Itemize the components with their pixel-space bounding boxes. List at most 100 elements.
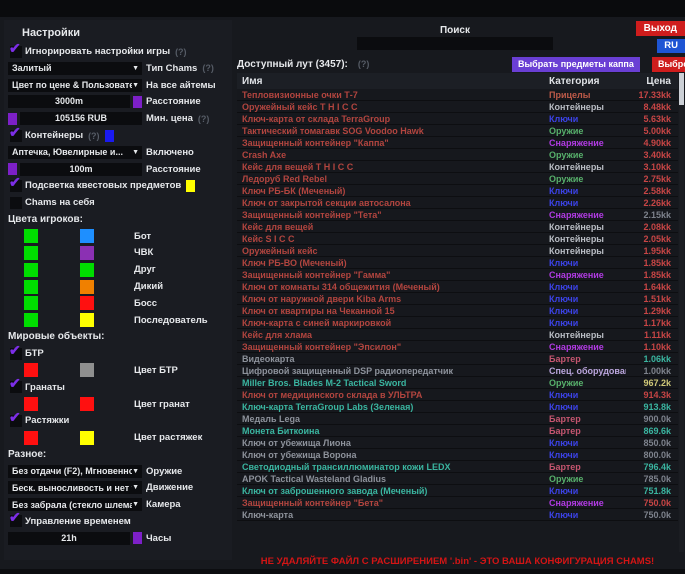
loot-row[interactable]: ВидеокартаБартер1.06kk <box>237 353 678 365</box>
loot-row[interactable]: Монета БиткоинаБартер869.6k <box>237 425 678 437</box>
scrollbar[interactable] <box>679 73 684 552</box>
color-swatch[interactable] <box>80 296 94 310</box>
color-swatch[interactable] <box>24 296 38 310</box>
loot-row[interactable]: Ключ РБ-ВО (Меченый)Ключи1.85kk <box>237 257 678 269</box>
color-swatch[interactable] <box>24 431 38 445</box>
language-button[interactable]: RU <box>657 39 685 53</box>
color-swatch[interactable] <box>186 180 195 192</box>
loot-row[interactable]: Ключ от закрытой секции автосалонаКлючи2… <box>237 197 678 209</box>
loot-row[interactable]: Кейс S I C CКонтейнеры2.05kk <box>237 233 678 245</box>
color-swatch[interactable] <box>24 313 38 327</box>
color-swatch[interactable] <box>80 263 94 277</box>
discard-all-button[interactable]: Выбросить все <box>652 57 685 72</box>
loot-row[interactable]: Защищенный контейнер "Каппа"Снаряжение4.… <box>237 137 678 149</box>
item-name: Тепловизионные очки Т-7 <box>237 90 537 100</box>
color-swatch[interactable] <box>24 363 38 377</box>
checkbox[interactable]: ✔ <box>10 130 22 142</box>
loot-row[interactable]: Ключ от убежища ЛионаКлючи850.0k <box>237 437 678 449</box>
loot-row[interactable]: Кейс для вещей T H I C CКонтейнеры3.10kk <box>237 161 678 173</box>
loot-row[interactable]: Цифровой защищенный DSP радиопередатчикС… <box>237 365 678 377</box>
loot-row[interactable]: Кейс для хламаКонтейнеры1.11kk <box>237 329 678 341</box>
select-kappa-items-button[interactable]: Выбрать предметы каппа <box>512 57 640 72</box>
color-swatch[interactable] <box>80 246 94 260</box>
loot-row[interactable]: APOK Tactical Wasteland GladiusОружие785… <box>237 473 678 485</box>
loot-row[interactable]: Ключ-карта TerraGroup Labs (Зеленая)Ключ… <box>237 401 678 413</box>
loot-row[interactable]: Ключ-картаКлючи750.0k <box>237 509 678 521</box>
setting-label: Часы <box>146 533 171 544</box>
column-header-price[interactable]: Цена <box>626 76 678 87</box>
loot-row[interactable]: Ключ от медицинского склада в УЛЬТРАКлюч… <box>237 389 678 401</box>
loot-row[interactable]: Защищенный контейнер "Эпсилон"Снаряжение… <box>237 341 678 353</box>
dropdown-select[interactable]: Залитый▼ <box>8 62 142 75</box>
color-swatch[interactable] <box>24 229 38 243</box>
chevron-down-icon: ▼ <box>132 65 142 72</box>
loot-row[interactable]: Ключ от заброшенного завода (Меченый)Клю… <box>237 485 678 497</box>
dropdown-select[interactable]: Без забрала (стекло шлема)▼ <box>8 498 142 511</box>
loot-row[interactable]: Ледоруб Red RebelОружие2.75kk <box>237 173 678 185</box>
checkbox[interactable]: ✔ <box>10 515 22 527</box>
loot-row[interactable]: Miller Bros. Blades M-2 Tactical SwordОр… <box>237 377 678 389</box>
loot-row[interactable]: Медаль LegaБартер900.0k <box>237 413 678 425</box>
dropdown-select[interactable]: Цвет по цене & Пользователь▼ <box>8 79 142 92</box>
exit-button[interactable]: Выход <box>636 21 685 36</box>
color-swatch[interactable] <box>24 397 38 411</box>
color-swatch[interactable] <box>8 113 17 125</box>
text-input[interactable]: 105156 RUB <box>20 112 142 125</box>
color-swatch[interactable] <box>24 246 38 260</box>
loot-row[interactable]: Защищенный контейнер "Тета"Снаряжение2.1… <box>237 209 678 221</box>
color-swatch[interactable] <box>24 263 38 277</box>
loot-row[interactable]: Кейс для вещейКонтейнеры2.08kk <box>237 221 678 233</box>
color-swatch[interactable] <box>80 280 94 294</box>
setting-row: Последователь <box>8 314 232 327</box>
checkbox[interactable]: ✔ <box>10 381 22 393</box>
column-header-name[interactable]: Имя <box>237 76 537 87</box>
item-category: Снаряжение <box>537 210 626 220</box>
color-swatch[interactable] <box>80 397 94 411</box>
loot-row[interactable]: Оружейный кейсКонтейнеры1.95kk <box>237 245 678 257</box>
chevron-down-icon: ▼ <box>132 484 142 491</box>
search-input[interactable] <box>357 37 553 50</box>
checkbox[interactable]: ✔ <box>10 180 22 192</box>
loot-row[interactable]: Тепловизионные очки Т-7Прицелы17.33kk <box>237 89 678 101</box>
color-swatch[interactable] <box>133 532 142 544</box>
dropdown-select[interactable]: Без отдачи (F2), Мгновенное п▼ <box>8 465 142 478</box>
text-input[interactable]: 100m <box>20 163 142 176</box>
loot-row[interactable]: Ключ от квартиры на Чеканной 15Ключи1.29… <box>237 305 678 317</box>
color-swatch[interactable] <box>80 313 94 327</box>
item-name: Ключ от наружной двери Kiba Arms <box>237 294 537 304</box>
loot-row[interactable]: Ключ от наружной двери Kiba ArmsКлючи1.5… <box>237 293 678 305</box>
checkbox[interactable]: ✔ <box>10 348 22 360</box>
text-input[interactable]: 21h <box>8 532 130 545</box>
dropdown-value: Без забрала (стекло шлема) <box>8 500 132 510</box>
checkbox[interactable]: ✔ <box>10 46 22 58</box>
loot-row[interactable]: Ключ РБ-БК (Меченый)Ключи2.58kk <box>237 185 678 197</box>
loot-row[interactable]: Оружейный кейс T H I C CКонтейнеры8.48kk <box>237 101 678 113</box>
loot-row[interactable]: Crash AxeОружие3.40kk <box>237 149 678 161</box>
loot-row[interactable]: Тактический томагавк SOG Voodoo HawkОруж… <box>237 125 678 137</box>
color-swatch[interactable] <box>80 363 94 377</box>
loot-row[interactable]: Ключ-карта от склада TerraGroupКлючи5.63… <box>237 113 678 125</box>
loot-row[interactable]: Защищенный контейнер "Гамма"Снаряжение1.… <box>237 269 678 281</box>
item-name: Цифровой защищенный DSP радиопередатчик <box>237 366 537 376</box>
loot-row[interactable]: Ключ от убежища ВоронаКлючи800.0k <box>237 449 678 461</box>
loot-row[interactable]: Светодиодный трансиллюминатор кожи LEDXБ… <box>237 461 678 473</box>
dropdown-value: Аптечка, Ювелирные и... <box>8 147 132 157</box>
color-swatch[interactable] <box>80 431 94 445</box>
setting-label: На все айтемы <box>146 80 216 91</box>
color-swatch[interactable] <box>24 280 38 294</box>
column-header-category[interactable]: Категория <box>537 76 626 87</box>
color-swatch[interactable] <box>133 96 142 108</box>
item-name: Тактический томагавк SOG Voodoo Hawk <box>237 126 537 136</box>
dropdown-select[interactable]: Аптечка, Ювелирные и...▼ <box>8 146 142 159</box>
checkbox[interactable]: ✔ <box>10 415 22 427</box>
dropdown-select[interactable]: Беск. выносливость и нет уста▼ <box>8 481 142 494</box>
loot-row[interactable]: Защищенный контейнер "Бета"Снаряжение750… <box>237 497 678 509</box>
color-swatch[interactable] <box>80 229 94 243</box>
color-swatch[interactable] <box>105 130 114 142</box>
loot-row[interactable]: Ключ-карта с синей маркировкойКлючи1.17k… <box>237 317 678 329</box>
checkbox[interactable] <box>10 197 22 209</box>
text-input[interactable]: 3000m <box>8 95 130 108</box>
loot-row[interactable]: Ключ от комнаты 314 общежития (Меченый)К… <box>237 281 678 293</box>
scrollbar-thumb[interactable] <box>679 73 684 105</box>
help-icon: (?) <box>202 63 214 73</box>
